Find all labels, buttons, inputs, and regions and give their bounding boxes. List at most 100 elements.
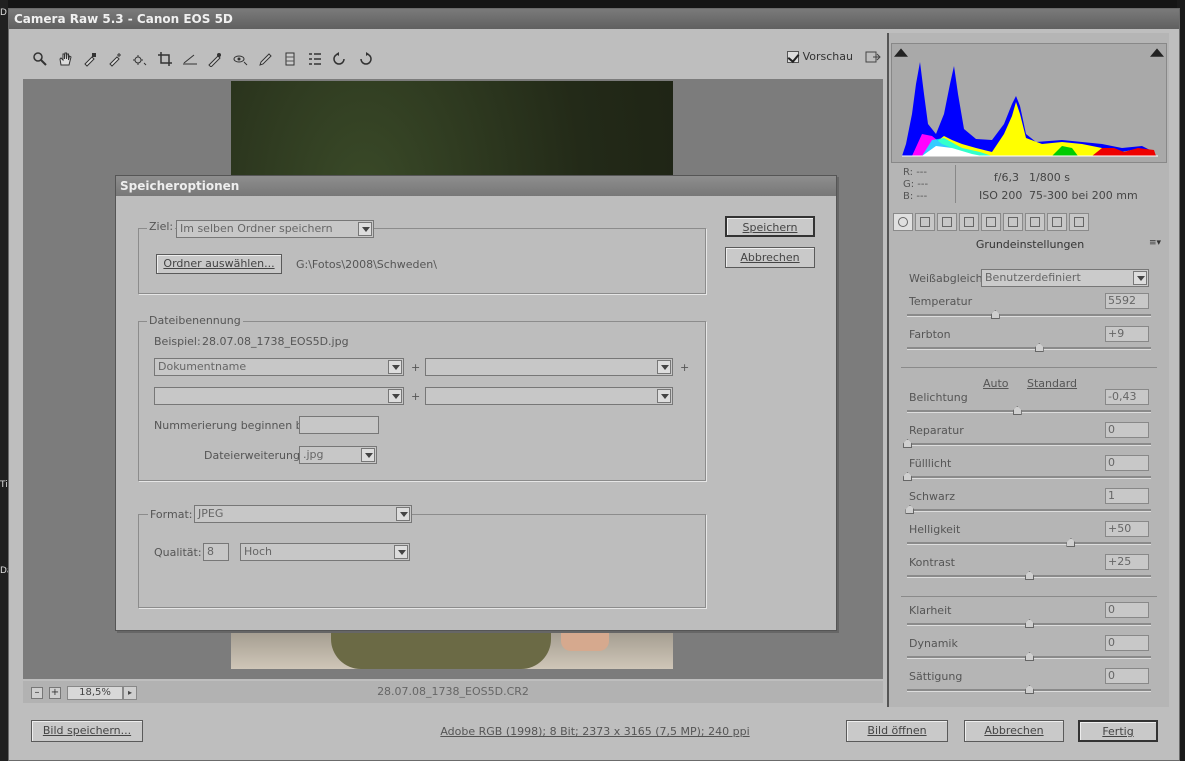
numbering-field[interactable] <box>299 416 379 434</box>
quality-label: Qualität: <box>154 546 202 559</box>
camera-calibration-tab-icon[interactable] <box>1025 213 1045 231</box>
screen: D Ti Da Camera Raw 5.3 - Canon EOS 5D Vo… <box>0 0 1185 761</box>
split-toning-tab-icon[interactable] <box>981 213 1001 231</box>
straighten-icon[interactable] <box>179 48 200 69</box>
snapshots-tab-icon[interactable] <box>1069 213 1089 231</box>
panel-tabs <box>891 211 1167 233</box>
preview-toggle[interactable]: Vorschau <box>786 50 853 63</box>
hsl-tab-icon[interactable] <box>959 213 979 231</box>
camera-info: f/6,3 1/800 s ISO 200 75-300 bei 200 mm <box>979 169 1138 205</box>
slider-track[interactable] <box>903 439 1151 448</box>
destination-select[interactable]: Im selben Ordner speichern <box>176 220 374 238</box>
zoom-status-bar: – + 18,5% ▸ 28.07.08_1738_EOS5D.CR2 <box>23 681 883 703</box>
slider-value-field[interactable]: 0 <box>1105 422 1149 438</box>
slider-label: Helligkeit <box>909 523 961 536</box>
slider-track[interactable] <box>905 505 1151 514</box>
divider <box>901 596 1157 597</box>
slider-track[interactable] <box>903 472 1151 481</box>
slider-label: Belichtung <box>909 391 968 404</box>
done-button[interactable]: Fertig <box>1078 720 1158 742</box>
eyedropper-icon[interactable] <box>79 48 100 69</box>
slider-thumb[interactable] <box>903 439 912 448</box>
slider-value-field[interactable]: -0,43 <box>1105 389 1149 405</box>
panel-menu-icon[interactable]: ≡▾ <box>1149 238 1161 248</box>
slider-value-field[interactable]: 0 <box>1105 455 1149 471</box>
slider-label: Reparatur <box>909 424 964 437</box>
quality-select[interactable]: Hoch <box>240 543 410 561</box>
detail-tab-icon[interactable] <box>937 213 957 231</box>
slider-thumb[interactable] <box>990 310 1000 319</box>
red-eye-icon[interactable] <box>229 48 250 69</box>
tone-curve-tab-icon[interactable] <box>915 213 935 231</box>
slider-track[interactable] <box>907 619 1151 628</box>
dialog-save-button[interactable]: Speichern <box>725 216 815 237</box>
auto-link[interactable]: Auto <box>983 377 1009 390</box>
toolbar: Vorschau <box>23 33 883 81</box>
slider-thumb[interactable] <box>1034 343 1044 352</box>
crop-icon[interactable] <box>154 48 175 69</box>
preferences-icon[interactable] <box>304 48 325 69</box>
slider-value-field[interactable]: 0 <box>1105 635 1149 651</box>
graduated-filter-icon[interactable] <box>279 48 300 69</box>
cancel-button[interactable]: Abbrechen <box>964 720 1064 742</box>
quality-field[interactable]: 8 <box>203 543 229 561</box>
slider-thumb[interactable] <box>1025 685 1034 694</box>
slider-label: Schwarz <box>909 490 956 503</box>
slider-thumb[interactable] <box>1012 406 1022 415</box>
basic-tab-icon[interactable] <box>893 213 913 231</box>
panel-title: Grundeinstellungen <box>975 238 1085 251</box>
rotate-right-icon[interactable] <box>354 48 375 69</box>
slider-track[interactable] <box>907 571 1151 580</box>
slider-value-field[interactable]: 1 <box>1105 488 1149 504</box>
presets-tab-icon[interactable] <box>1047 213 1067 231</box>
slider-thumb[interactable] <box>1066 538 1076 547</box>
slider-track[interactable] <box>907 310 1151 319</box>
slider-thumb[interactable] <box>903 472 912 481</box>
format-select[interactable]: JPEG <box>194 505 412 523</box>
choose-folder-button[interactable]: Ordner auswählen... <box>156 254 282 274</box>
example-label: Beispiel: <box>154 335 201 348</box>
slider-value-field[interactable]: +50 <box>1105 521 1149 537</box>
color-sampler-icon[interactable] <box>104 48 125 69</box>
dialog-cancel-button[interactable]: Abbrechen <box>725 247 815 268</box>
zoom-icon[interactable] <box>29 48 50 69</box>
naming-field-2[interactable] <box>425 358 673 376</box>
tool-icons <box>29 48 375 69</box>
rgb-b: B: --- <box>903 191 928 202</box>
rotate-left-icon[interactable] <box>329 48 350 69</box>
lens-corrections-tab-icon[interactable] <box>1003 213 1023 231</box>
target-adjust-icon[interactable] <box>129 48 150 69</box>
hand-icon[interactable] <box>54 48 75 69</box>
white-balance-select[interactable]: Benutzerdefiniert <box>981 269 1149 287</box>
slider-track[interactable] <box>907 406 1151 415</box>
standard-link[interactable]: Standard <box>1027 377 1077 390</box>
adjustment-brush-icon[interactable] <box>254 48 275 69</box>
naming-field-3[interactable] <box>154 387 404 405</box>
slider-thumb[interactable] <box>1025 652 1034 661</box>
presets-glyph <box>1052 217 1062 227</box>
slider-thumb[interactable] <box>1025 571 1034 580</box>
extension-value: .jpg <box>303 448 324 461</box>
fullscreen-icon[interactable] <box>863 48 883 66</box>
slider-track[interactable] <box>907 343 1151 352</box>
extension-select[interactable]: .jpg <box>299 446 377 464</box>
spot-removal-icon[interactable] <box>204 48 225 69</box>
slider-track[interactable] <box>907 652 1151 661</box>
slider-track[interactable] <box>907 685 1151 694</box>
chevron-down-icon <box>394 545 408 559</box>
background-desktop-left: D Ti Da <box>0 0 8 761</box>
slider-value-field[interactable]: 0 <box>1105 602 1149 618</box>
slider-value-field[interactable]: +9 <box>1105 326 1149 342</box>
slider-value-field[interactable]: +25 <box>1105 554 1149 570</box>
slider-thumb[interactable] <box>905 505 915 514</box>
open-image-button[interactable]: Bild öffnen <box>846 720 948 742</box>
naming-field-1[interactable]: Dokumentname <box>154 358 404 376</box>
slider-value-field[interactable]: 0 <box>1105 668 1149 684</box>
bg-glyph: Ti <box>0 480 8 490</box>
slider-track[interactable] <box>907 538 1151 547</box>
slider-thumb[interactable] <box>1025 619 1034 628</box>
naming-field-4[interactable] <box>425 387 673 405</box>
slider-value-field[interactable]: 5592 <box>1105 293 1149 309</box>
camera-calibration-glyph <box>1030 217 1040 227</box>
preview-checkbox[interactable] <box>786 50 799 63</box>
